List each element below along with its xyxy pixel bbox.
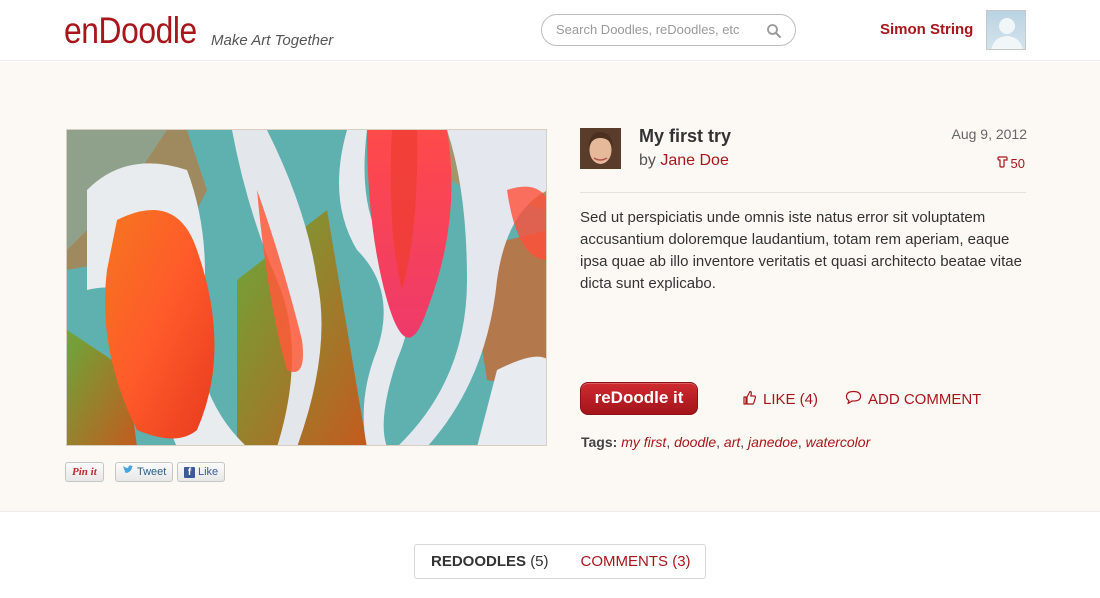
add-comment-label: ADD COMMENT: [868, 391, 982, 408]
doodle-title: My first try: [639, 126, 732, 146]
add-comment-button[interactable]: ADD COMMENT: [845, 390, 981, 409]
twitter-bird-icon: [122, 463, 134, 481]
tag-link[interactable]: watercolor: [806, 434, 871, 450]
byline: by Jane Doe: [639, 152, 729, 170]
tab-comments-label: COMMENTS: [580, 553, 669, 570]
tagline: Make Art Together: [211, 32, 334, 49]
author-link[interactable]: Jane Doe: [660, 152, 729, 169]
tag-link[interactable]: doodle: [674, 434, 716, 450]
redoodle-count-value: 50: [1010, 155, 1025, 171]
tweet-button[interactable]: Tweet: [115, 462, 174, 482]
divider: [580, 192, 1026, 193]
redoodle-icon: [996, 155, 1009, 171]
tag-link[interactable]: janedoe: [748, 434, 798, 450]
tags-label: Tags:: [581, 434, 618, 450]
redoodle-button[interactable]: reDoodle it: [580, 382, 698, 415]
doodle-artwork[interactable]: [66, 129, 547, 446]
content-tabs: REDOODLES (5) COMMENTS (3): [414, 544, 706, 579]
tab-redoodles-label: REDOODLES: [431, 553, 527, 570]
facebook-icon: f: [184, 466, 195, 478]
redoodle-count: 50: [996, 155, 1025, 171]
tab-redoodles-count: (5): [530, 553, 549, 570]
doodle-date: Aug 9, 2012: [951, 126, 1027, 142]
byline-prefix: by: [639, 152, 656, 169]
tab-comments-count: (3): [672, 553, 691, 570]
pin-label: Pin it: [72, 466, 97, 478]
tag-link[interactable]: art: [724, 434, 740, 450]
logo[interactable]: enDoodle: [64, 10, 197, 52]
search-input[interactable]: [556, 22, 756, 37]
search-icon[interactable]: [766, 23, 782, 39]
comment-bubble-icon: [845, 390, 862, 409]
tab-redoodles[interactable]: REDOODLES (5): [415, 553, 565, 570]
like-label: LIKE (4): [763, 391, 819, 408]
like-button[interactable]: LIKE (4): [742, 390, 818, 409]
search-box[interactable]: [541, 14, 796, 46]
header: enDoodle Make Art Together Simon String: [0, 0, 1100, 61]
facebook-like-button[interactable]: f Like: [177, 462, 226, 482]
pinterest-pin-button[interactable]: Pin it: [65, 462, 104, 482]
tab-comments[interactable]: COMMENTS (3): [565, 553, 707, 570]
tweet-label: Tweet: [137, 466, 167, 478]
doodle-detail: Pin it Tweet f Like My first try by Jane…: [0, 62, 1100, 512]
facebook-like-label: Like: [198, 466, 219, 478]
tags: Tags: my first, doodle, art, janedoe, wa…: [581, 434, 871, 450]
user-name-link[interactable]: Simon String: [880, 21, 973, 38]
tag-link[interactable]: my first: [621, 434, 666, 450]
thumbs-up-icon: [742, 390, 757, 409]
doodle-description: Sed ut perspiciatis unde omnis iste natu…: [580, 209, 1022, 292]
author-avatar[interactable]: [580, 128, 621, 169]
user-avatar[interactable]: [986, 10, 1026, 50]
